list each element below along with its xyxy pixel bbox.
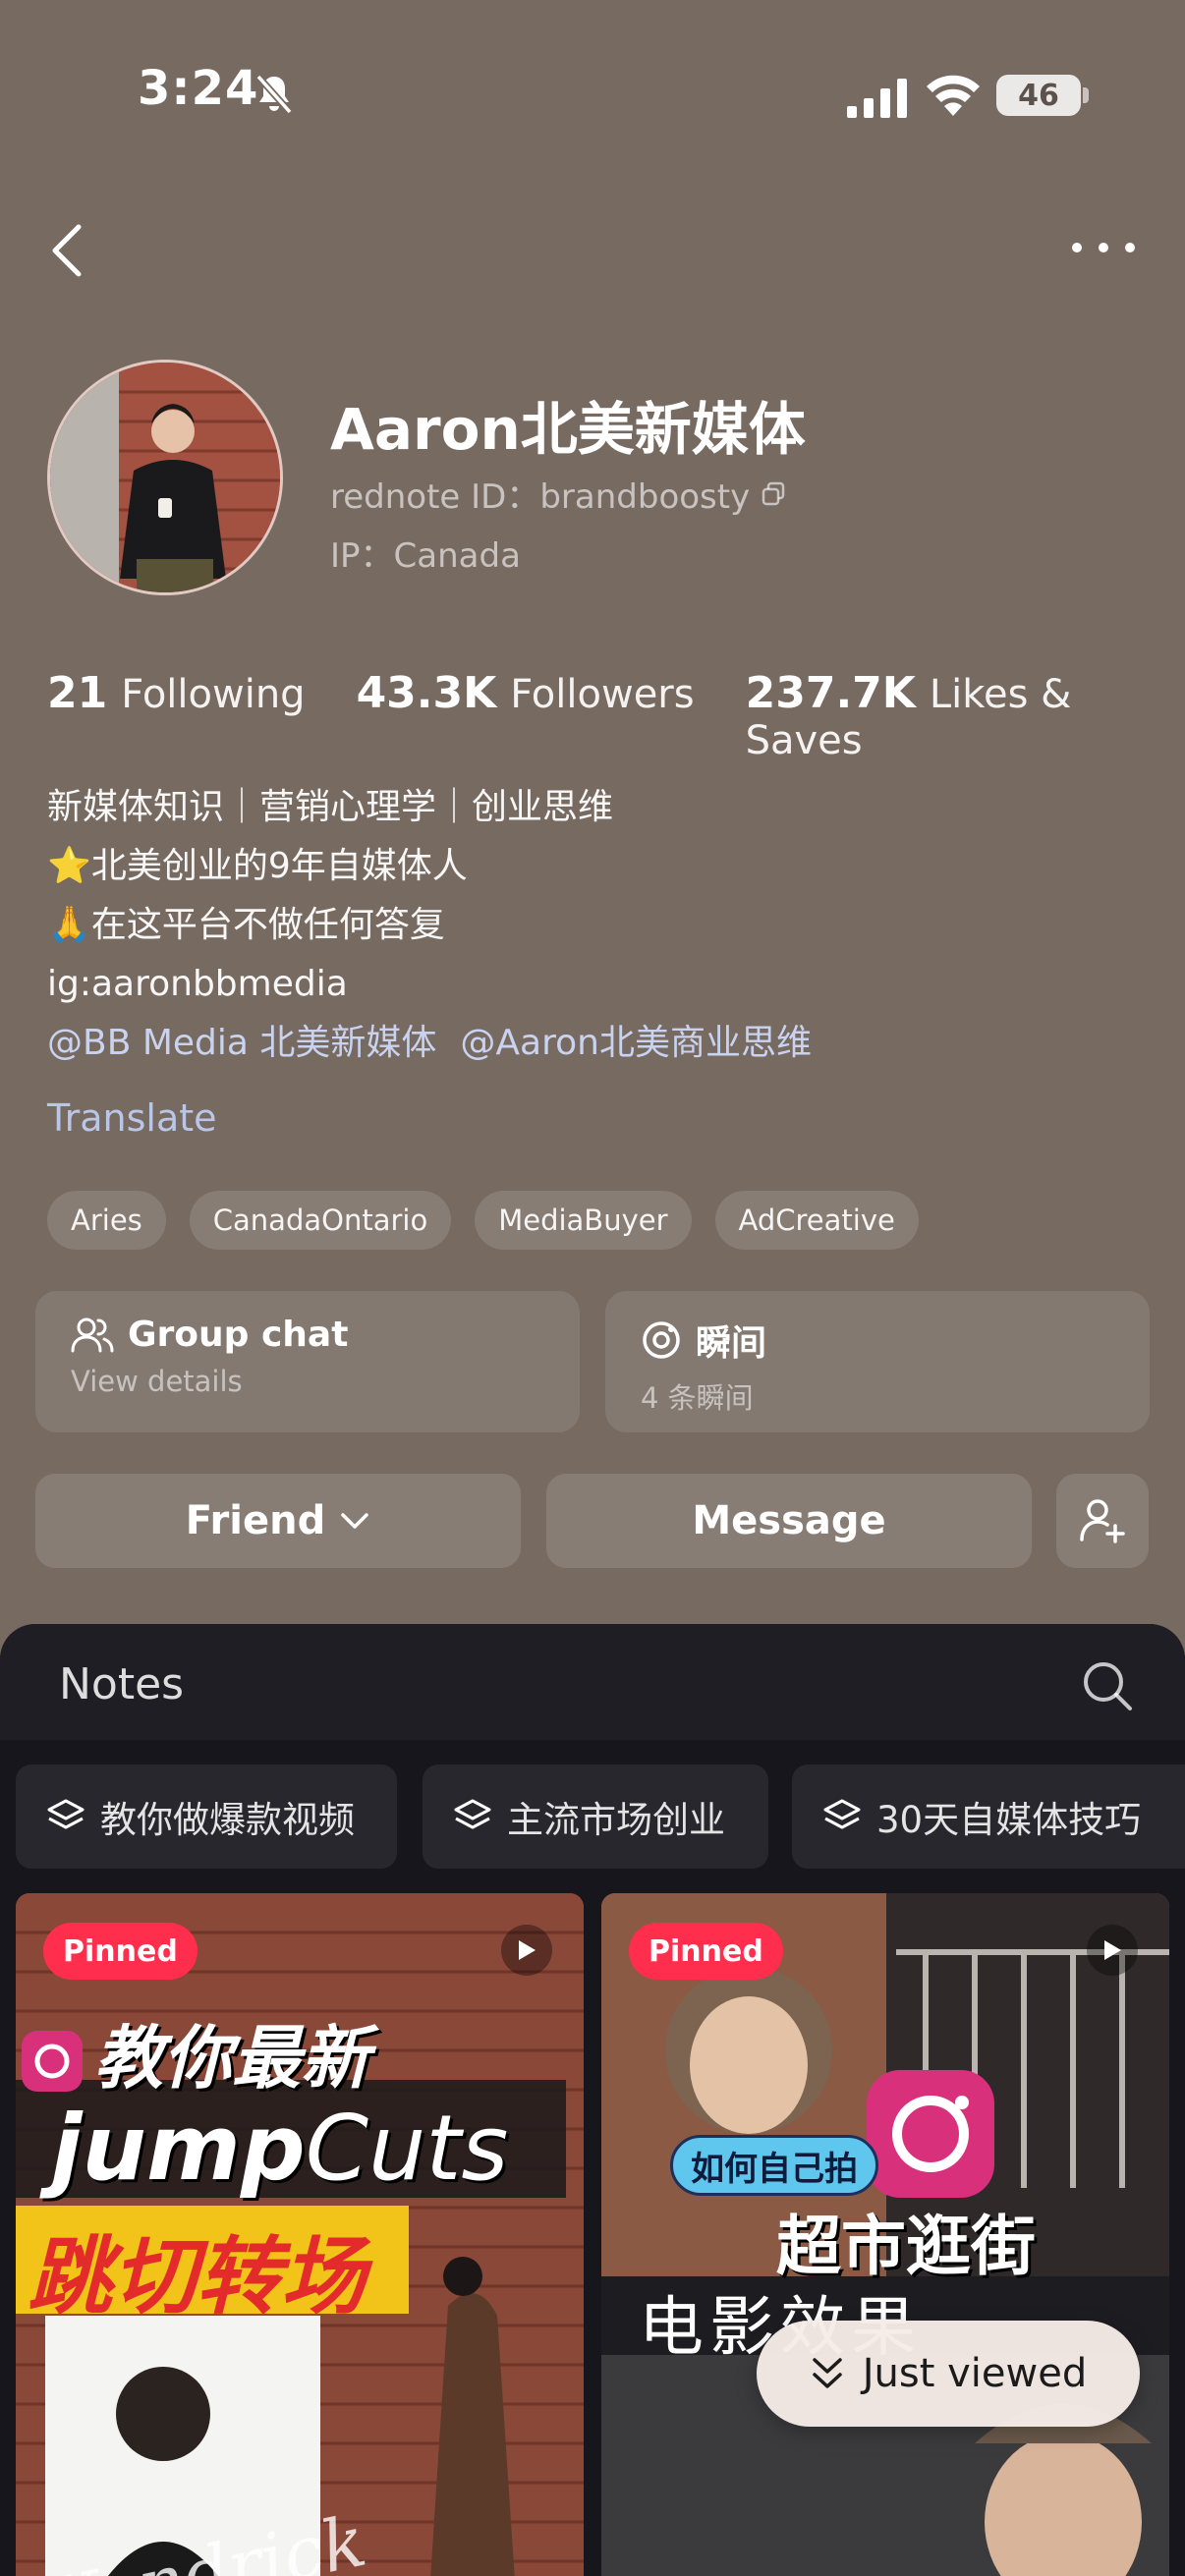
- pray-emoji: 🙏: [47, 905, 91, 945]
- back-arrow-icon[interactable]: [47, 221, 86, 280]
- add-user-icon: [1080, 1499, 1125, 1543]
- wifi-icon: [927, 75, 980, 116]
- group-chat-icon: [71, 1317, 114, 1352]
- profile-stats: 21 Following 43.3K Followers 237.7K Likes &…: [47, 668, 1185, 763]
- avatar[interactable]: [47, 360, 283, 595]
- cover-title-line-2: jumpCuts: [51, 2096, 509, 2201]
- collection-mainstream-market[interactable]: 主流市场创业: [423, 1764, 768, 1869]
- bio-line-3: 🙏在这平台不做任何答复: [47, 905, 445, 945]
- notes-tab[interactable]: Notes: [59, 1659, 184, 1709]
- bio-line-2: ⭐北美创业的9年自媒体人: [47, 846, 468, 886]
- video-play-icon: [501, 1925, 552, 1976]
- double-chevron-down-icon: [813, 2358, 842, 2388]
- moments-card[interactable]: 瞬间 4 条瞬间: [605, 1291, 1150, 1432]
- followers-stat[interactable]: 43.3K Followers: [357, 668, 695, 718]
- profile-name: Aaron北美新媒体: [330, 396, 806, 463]
- just-viewed-button[interactable]: Just viewed: [757, 2321, 1140, 2427]
- friend-button[interactable]: Friend: [35, 1474, 521, 1568]
- layers-icon: [454, 1799, 491, 1829]
- layers-icon: [47, 1799, 85, 1829]
- cover-title-line-1: 教你最新: [94, 2018, 369, 2099]
- video-play-icon: [1087, 1925, 1138, 1976]
- mention-bb-media[interactable]: @BB Media 北美新媒体: [47, 1014, 436, 1073]
- moments-icon: [643, 1321, 680, 1359]
- just-viewed-label: Just viewed: [862, 2351, 1088, 2396]
- status-time: 3:24: [138, 61, 259, 116]
- more-options-icon[interactable]: [1071, 236, 1136, 259]
- cellular-signal-icon: [847, 79, 907, 118]
- profile-bio: 新媒体知识｜营销心理学｜创业思维 ⭐北美创业的9年自媒体人 🙏在这平台不做任何答…: [47, 778, 812, 1073]
- bio-line-4: ig:aaronbbmedia: [47, 964, 348, 1004]
- chevron-down-icon: [341, 1513, 368, 1529]
- avatar-photo: [50, 363, 280, 592]
- search-icon[interactable]: [1079, 1657, 1136, 1714]
- pinned-badge: Pinned: [629, 1923, 783, 1980]
- rednote-id-text: rednote ID：brandboosty: [330, 477, 751, 517]
- group-chat-subtitle: View details: [71, 1365, 243, 1398]
- note-card-supermarket[interactable]: 如何自己拍 超市逛街 电影效果 Pinned: [601, 1893, 1169, 2576]
- copy-icon[interactable]: [760, 480, 787, 508]
- battery-nub: [1083, 87, 1089, 103]
- moments-subtitle: 4 条瞬间: [641, 1381, 754, 1415]
- cover-bubble: 如何自己拍: [670, 2135, 878, 2196]
- rednote-id: rednote ID：brandboosty: [330, 470, 787, 518]
- tag-aries[interactable]: Aries: [47, 1191, 166, 1250]
- pinned-badge: Pinned: [43, 1923, 198, 1980]
- message-label: Message: [692, 1498, 886, 1543]
- collection-30-days-tips[interactable]: 30天自媒体技巧: [792, 1764, 1185, 1869]
- group-chat-title: Group chat: [128, 1315, 349, 1355]
- likes-saves-stat[interactable]: 237.7K Likes & Saves: [746, 668, 1185, 763]
- following-stat[interactable]: 21 Following: [47, 668, 306, 718]
- cover-title-line-3: 跳切转场: [28, 2228, 366, 2326]
- tag-media-buyer[interactable]: MediaBuyer: [475, 1191, 692, 1250]
- moments-title: 瞬间: [696, 1323, 767, 1364]
- add-friend-button[interactable]: [1056, 1474, 1149, 1568]
- friend-label: Friend: [185, 1498, 326, 1543]
- layers-icon: [823, 1799, 861, 1829]
- message-button[interactable]: Message: [546, 1474, 1032, 1568]
- translate-link[interactable]: Translate: [47, 1096, 217, 1140]
- bell-muted-icon: [255, 74, 293, 115]
- mention-aaron[interactable]: @Aaron北美商业思维: [460, 1014, 812, 1073]
- note-card-jumpcuts[interactable]: 教你最新 jumpCuts 跳切转场 Kendrick Pinned: [16, 1893, 584, 2576]
- group-chat-card[interactable]: Group chat View details: [35, 1291, 580, 1432]
- tag-canada-ontario[interactable]: CanadaOntario: [189, 1191, 452, 1250]
- star-emoji: ⭐: [47, 846, 91, 886]
- collection-viral-videos[interactable]: 教你做爆款视频: [16, 1764, 397, 1869]
- battery-indicator: 46: [996, 75, 1081, 116]
- profile-tags: Aries CanadaOntario MediaBuyer AdCreativ…: [47, 1191, 919, 1250]
- bio-line-1: 新媒体知识｜营销心理学｜创业思维: [47, 787, 614, 827]
- ip-location: IP：Canada: [330, 536, 521, 576]
- tag-ad-creative[interactable]: AdCreative: [714, 1191, 919, 1250]
- notes-panel: Notes 教你做爆款视频 主流市场创业 30天自媒体技巧 教你最新 jumpC…: [0, 1624, 1185, 2576]
